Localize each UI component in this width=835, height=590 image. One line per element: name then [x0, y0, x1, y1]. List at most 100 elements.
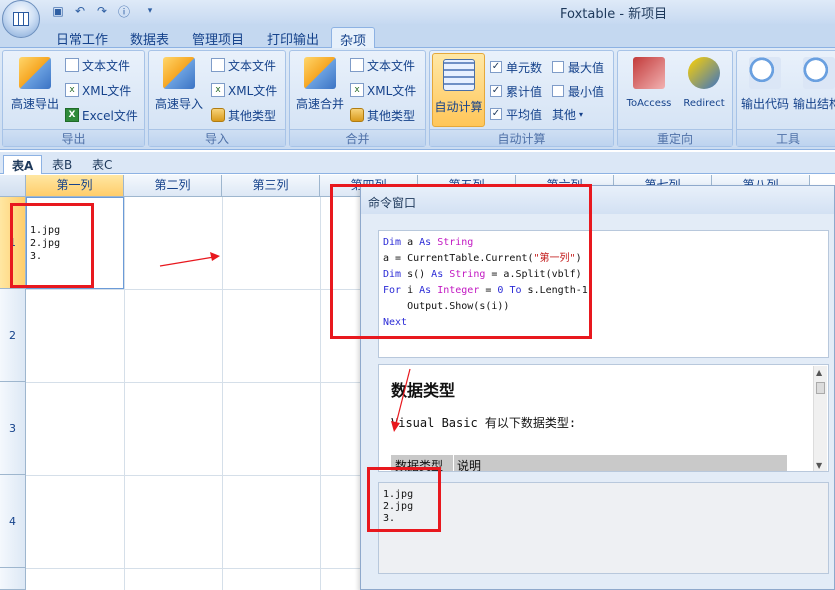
group-tools: 输出代码 输出结构 工具 — [736, 50, 835, 147]
check-max[interactable]: 最大值 — [552, 57, 604, 77]
app-menu-button[interactable] — [2, 0, 40, 38]
output-panel[interactable]: 1.jpg 2.jpg 3. — [378, 482, 829, 574]
scroll-up-icon[interactable]: ▲ — [816, 368, 822, 377]
text-file-icon — [65, 58, 79, 72]
redirect-button[interactable]: Redirect — [676, 55, 732, 127]
to-access-button[interactable]: ToAccess — [621, 55, 677, 127]
check-average[interactable]: ✓ 平均值 — [490, 104, 542, 124]
group-redirect-label: 重定向 — [618, 129, 732, 146]
checkbox-checked-icon: ✓ — [490, 61, 502, 73]
help-icon[interactable]: ⓘ — [116, 3, 132, 19]
checkbox-empty-icon — [552, 85, 564, 97]
excel-icon: X — [65, 108, 79, 122]
tab-data-table[interactable]: 数据表 — [122, 27, 177, 48]
group-export-label: 导出 — [3, 129, 144, 146]
structure-icon — [803, 57, 835, 89]
label: 单元数 — [506, 60, 543, 75]
checkbox-checked-icon: ✓ — [490, 108, 502, 120]
row-header[interactable]: 4 — [0, 475, 26, 568]
table-header-cell: 数据类型 — [395, 459, 444, 472]
fast-export-label: 高速导出 — [10, 97, 59, 111]
export-icon — [19, 57, 51, 89]
tab-print-output[interactable]: 打印输出 — [259, 27, 327, 48]
qat-dropdown-icon[interactable]: ▾ — [142, 3, 158, 19]
column-header[interactable]: 第一列 — [26, 175, 124, 197]
checkbox-empty-icon — [552, 61, 564, 73]
calculator-icon — [442, 59, 475, 91]
code-line: For i As Integer = 0 To s.Length-1 — [383, 285, 588, 296]
merge-other-types[interactable]: 其他类型 — [350, 105, 415, 125]
code-line: Dim a As String — [383, 237, 474, 248]
label: 其他 — [552, 107, 577, 122]
row-header[interactable]: 2 — [0, 289, 26, 382]
cell-a1[interactable]: 1.jpg 2.jpg 3. — [26, 197, 124, 289]
other-dropdown[interactable]: 其他 ▾ — [552, 104, 583, 124]
auto-calc-button[interactable]: 自动计算 — [432, 53, 485, 127]
database-icon — [350, 108, 364, 122]
label: 文本文件 — [228, 58, 277, 73]
select-all-corner[interactable] — [0, 175, 26, 197]
label: 其他类型 — [228, 108, 277, 123]
group-export: 高速导出 文本文件 x XML文件 X Excel文件 导出 — [2, 50, 145, 147]
row-header[interactable]: 3 — [0, 382, 26, 475]
tab-daily-work[interactable]: 日常工作 — [48, 27, 116, 48]
check-cell-count[interactable]: ✓ 单元数 — [490, 57, 542, 77]
row-header[interactable] — [0, 568, 26, 590]
column-header[interactable]: 第二列 — [124, 175, 222, 197]
ribbon: 高速导出 文本文件 x XML文件 X Excel文件 导出 高速导入 文本文件 x… — [0, 48, 835, 150]
code-editor[interactable]: Dim a As String a = CurrentTable.Current… — [378, 230, 829, 358]
xml-file-icon: x — [211, 83, 225, 97]
group-merge: 高速合并 文本文件 x XML文件 其他类型 合并 — [289, 50, 426, 147]
help-heading: 数据类型 — [391, 381, 456, 400]
fast-export-button[interactable]: 高速导出 — [5, 55, 65, 127]
scroll-thumb[interactable] — [816, 382, 825, 394]
code-line: a = CurrentTable.Current("第一列") — [383, 253, 582, 264]
check-min[interactable]: 最小值 — [552, 81, 604, 101]
group-auto-calc-label: 自动计算 — [430, 129, 613, 146]
fast-merge-button[interactable]: 高速合并 — [290, 55, 350, 127]
table-header-cell: 说明 — [457, 459, 482, 472]
help-panel[interactable]: 数据类型 Visual Basic 有以下数据类型: 数据类型 说明 ▲ ▼ — [378, 364, 829, 472]
output-structure-button[interactable]: 输出结构 — [793, 55, 835, 127]
label: 最大值 — [568, 60, 605, 75]
merge-icon — [304, 57, 336, 89]
save-icon[interactable]: ▣ — [50, 3, 66, 19]
import-text-file[interactable]: 文本文件 — [211, 55, 276, 75]
fast-import-button[interactable]: 高速导入 — [149, 55, 209, 127]
redo-icon[interactable]: ↷ — [94, 3, 110, 19]
scroll-down-icon[interactable]: ▼ — [816, 461, 822, 470]
check-cumulative[interactable]: ✓ 累计值 — [490, 81, 542, 101]
merge-xml-file[interactable]: x XML文件 — [350, 80, 416, 100]
sheet-tab-c[interactable]: 表C — [84, 155, 120, 174]
xml-file-icon: x — [65, 83, 79, 97]
import-other-types[interactable]: 其他类型 — [211, 105, 276, 125]
xml-file-icon: x — [350, 83, 364, 97]
group-tools-label: 工具 — [737, 129, 835, 146]
column-header[interactable]: 第三列 — [222, 175, 320, 197]
export-text-file[interactable]: 文本文件 — [65, 55, 130, 75]
text-file-icon — [211, 58, 225, 72]
sheet-tab-a[interactable]: 表A — [3, 155, 43, 174]
grid-line — [320, 197, 321, 590]
fast-import-label: 高速导入 — [154, 97, 203, 111]
output-code-button[interactable]: 输出代码 — [739, 55, 791, 127]
command-window: 命令窗口 Dim a As String a = CurrentTable.Cu… — [360, 185, 835, 590]
export-xml-file[interactable]: x XML文件 — [65, 80, 131, 100]
label: 其他类型 — [367, 108, 416, 123]
help-scrollbar[interactable]: ▲ ▼ — [813, 366, 827, 471]
sheet-tab-b[interactable]: 表B — [44, 155, 80, 174]
help-table-header: 数据类型 说明 — [391, 455, 787, 472]
auto-calc-label: 自动计算 — [434, 100, 483, 114]
merge-text-file[interactable]: 文本文件 — [350, 55, 415, 75]
label: 累计值 — [506, 84, 543, 99]
import-xml-file[interactable]: x XML文件 — [211, 80, 277, 100]
undo-icon[interactable]: ↶ — [72, 3, 88, 19]
export-excel-file[interactable]: X Excel文件 — [65, 105, 138, 125]
row-header[interactable]: 1 — [0, 197, 26, 289]
magnifier-icon — [749, 57, 781, 89]
group-redirect: ToAccess Redirect 重定向 — [617, 50, 733, 147]
command-window-title: 命令窗口 — [361, 186, 834, 214]
tab-misc[interactable]: 杂项 — [331, 27, 376, 49]
label: 文本文件 — [367, 58, 416, 73]
tab-manage-project[interactable]: 管理项目 — [184, 27, 252, 48]
